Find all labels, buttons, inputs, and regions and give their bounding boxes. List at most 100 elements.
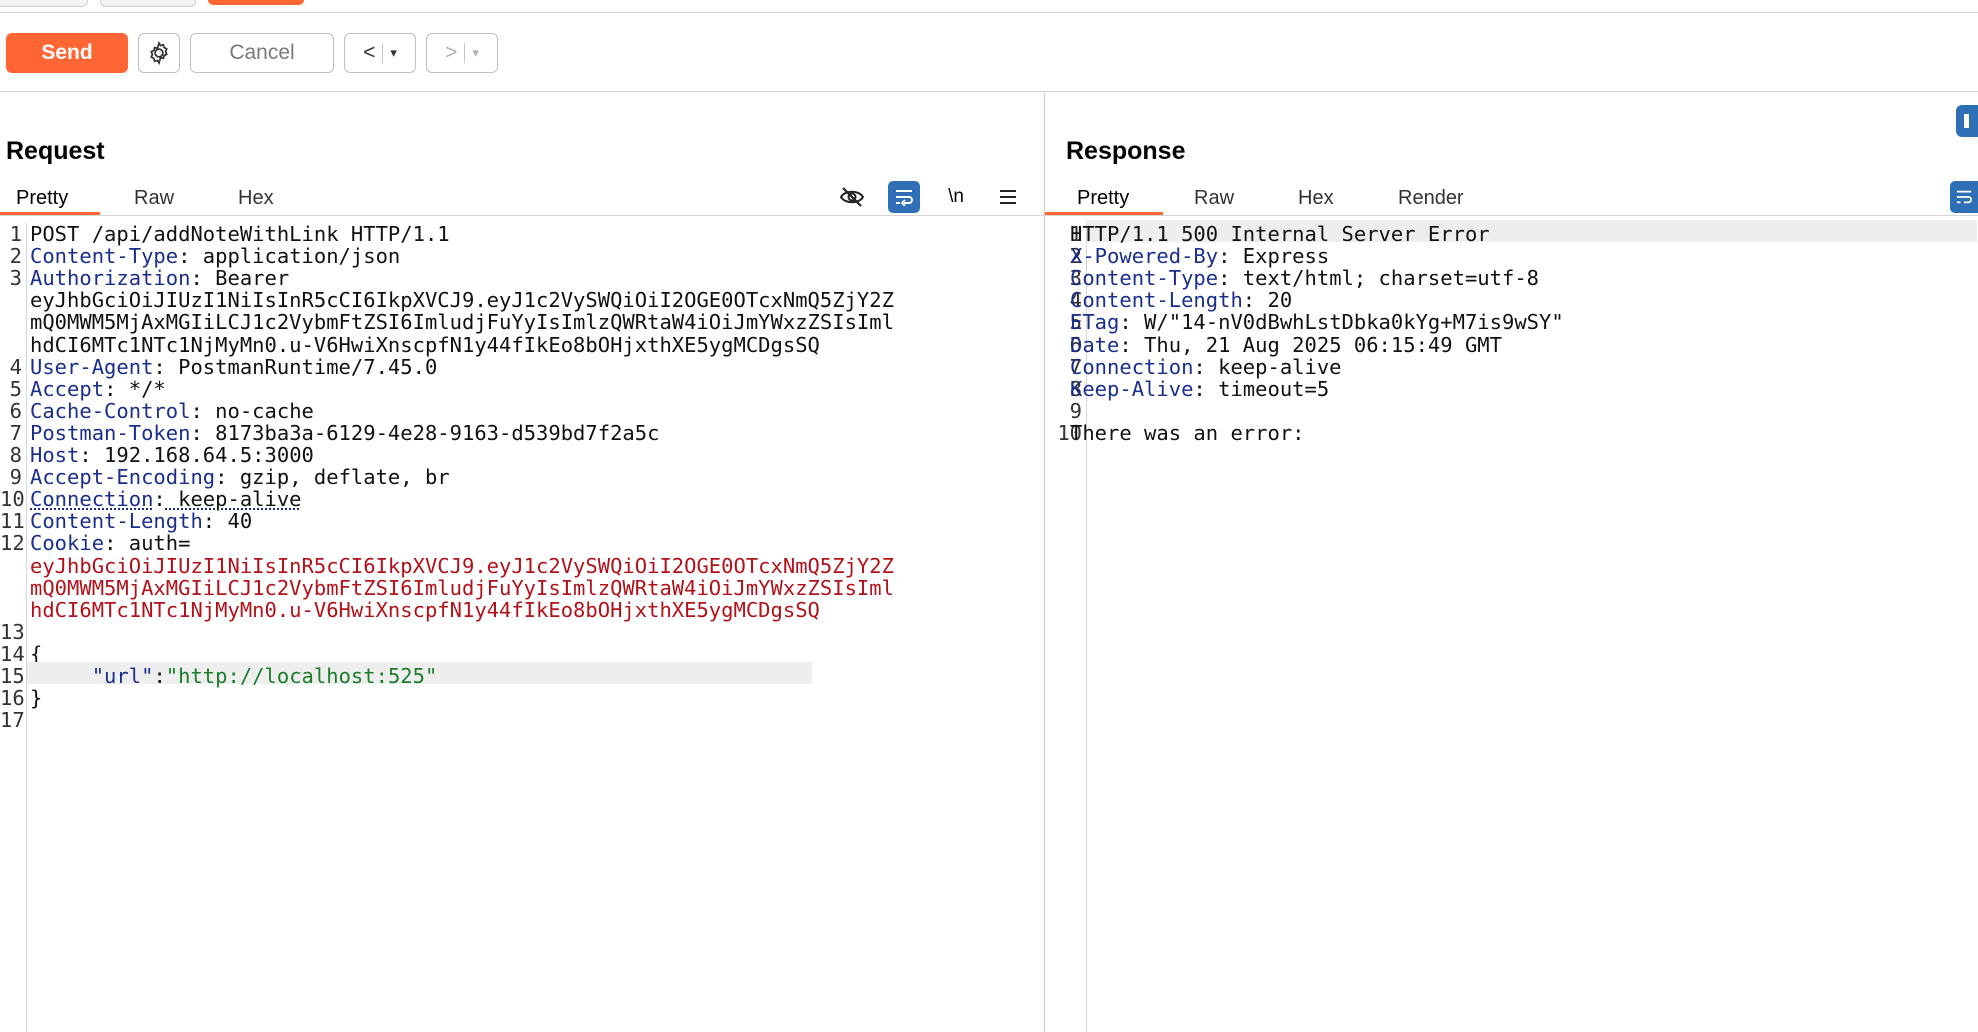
repeater-tab-active[interactable] bbox=[208, 0, 304, 5]
forward-button[interactable]: > ▾ bbox=[426, 33, 498, 73]
line-number: 2 bbox=[9, 244, 22, 269]
header-name: Authorization bbox=[30, 266, 191, 291]
settings-button[interactable] bbox=[138, 33, 180, 73]
header-name: Content-Type bbox=[1070, 266, 1219, 291]
code-text: HTTP/1.1 500 Internal Server Error bbox=[1070, 222, 1490, 246]
code-line: Connection: keep-alive bbox=[30, 488, 302, 510]
code-line: Connection: keep-alive bbox=[1070, 356, 1342, 378]
code-line: Content-Length: 40 bbox=[30, 510, 252, 532]
header-value: keep-alive bbox=[1205, 354, 1342, 379]
active-tab-indicator bbox=[0, 212, 100, 215]
header-name: Accept-Encoding bbox=[30, 465, 216, 490]
line-number: 11 bbox=[0, 509, 25, 534]
colon: : bbox=[190, 398, 203, 423]
colon: : bbox=[1193, 376, 1206, 401]
menu-icon[interactable] bbox=[992, 181, 1024, 213]
chevron-down-icon[interactable]: ▾ bbox=[390, 45, 397, 61]
tab-hex[interactable]: Hex bbox=[238, 187, 274, 210]
tab-pretty[interactable]: Pretty bbox=[16, 187, 68, 210]
back-button[interactable]: < ▾ bbox=[344, 33, 416, 73]
tab-render[interactable]: Render bbox=[1398, 187, 1464, 210]
code-line: HTTP/1.1 500 Internal Server Error bbox=[1070, 223, 1490, 245]
wrap-lines-icon[interactable] bbox=[888, 181, 920, 213]
panel-icon bbox=[1964, 114, 1969, 128]
header-value: text/html; charset=utf-8 bbox=[1230, 266, 1540, 291]
code-line: mQ0MWM5MjAxMGIiLCJ1c2VybmFtZSI6ImludjFuY… bbox=[30, 577, 894, 599]
request-title: Request bbox=[6, 137, 105, 165]
code-line: eyJhbGciOiJIUzI1NiIsInR5cCI6IkpXVCJ9.eyJ… bbox=[30, 289, 894, 311]
header-value: PostmanRuntime/7.45.0 bbox=[165, 354, 438, 379]
header-value: 20 bbox=[1255, 288, 1293, 313]
colon: : bbox=[104, 376, 117, 401]
colon: : bbox=[1218, 266, 1231, 291]
header-value: auth= bbox=[116, 531, 191, 556]
code-line: hdCI6MTc1NTc1NjMyMn0.u-V6HwiXnscpfN1y44f… bbox=[30, 332, 820, 357]
header-name: Content-Type bbox=[30, 244, 179, 269]
line-number: 7 bbox=[9, 420, 22, 445]
inspector-toggle[interactable] bbox=[1956, 105, 1978, 137]
active-tab-indicator bbox=[1045, 212, 1163, 215]
json-key: "url" bbox=[91, 664, 154, 688]
json-string: "http://localhost:525" bbox=[165, 664, 438, 688]
code-line: "url":"http://localhost:525" bbox=[30, 664, 438, 688]
code-line: ETag: W/"14-nV0dBwhLstDbka0kYg+M7is9wSY" bbox=[1070, 311, 1564, 333]
colon: : bbox=[153, 354, 166, 379]
header-value: hdCI6MTc1NTc1NjMyMn0.u-V6HwiXnscpfN1y44f… bbox=[30, 332, 820, 357]
hide-eye-icon[interactable] bbox=[836, 181, 868, 213]
header-value: Express bbox=[1230, 244, 1330, 269]
tab-strip bbox=[0, 0, 1978, 13]
header-name: Content-Length bbox=[30, 509, 203, 534]
code-line: Host: 192.168.64.5:3000 bbox=[30, 444, 314, 466]
header-name: Accept bbox=[30, 376, 105, 401]
request-editor[interactable]: 1 POST /api/addNoteWithLink HTTP/1.1 2 Cont… bbox=[0, 223, 1044, 1032]
tab-hex[interactable]: Hex bbox=[1298, 187, 1334, 210]
header-value: eyJhbGciOiJIUzI1NiIsInR5cCI6IkpXVCJ9.eyJ… bbox=[30, 288, 894, 313]
code-line: Content-Type: text/html; charset=utf-8 bbox=[1070, 267, 1539, 289]
header-name: Host bbox=[30, 443, 80, 467]
tab-pretty[interactable]: Pretty bbox=[1077, 187, 1129, 210]
header-value: */* bbox=[116, 376, 166, 401]
cookie-token: hdCI6MTc1NTc1NjMyMn0.u-V6HwiXnscpfN1y44f… bbox=[30, 597, 820, 622]
code-line: There was an error: bbox=[1070, 422, 1305, 444]
colon: : bbox=[79, 443, 92, 467]
header-name: Connection bbox=[1070, 354, 1194, 379]
header-value: no-cache bbox=[202, 398, 314, 423]
header-name: Content-Length bbox=[1070, 288, 1243, 313]
cancel-button[interactable]: Cancel bbox=[190, 33, 334, 73]
code-line: eyJhbGciOiJIUzI1NiIsInR5cCI6IkpXVCJ9.eyJ… bbox=[30, 554, 894, 577]
response-editor[interactable]: 1 HTTP/1.1 500 Internal Server Error 2 X-Po… bbox=[1045, 220, 1978, 1032]
code-line: } bbox=[30, 687, 42, 709]
line-number: 17 bbox=[0, 708, 25, 733]
line-number: 9 bbox=[9, 465, 22, 490]
code-line: Postman-Token: 8173ba3a-6129-4e28-9163-d… bbox=[30, 422, 659, 444]
header-value: gzip, deflate, br bbox=[227, 465, 450, 490]
send-button[interactable]: Send bbox=[6, 33, 128, 73]
code-line: Keep-Alive: timeout=5 bbox=[1070, 378, 1329, 400]
header-value: mQ0MWM5MjAxMGIiLCJ1c2VybmFtZSI6ImludjFuY… bbox=[30, 310, 894, 335]
line-number: 6 bbox=[9, 398, 22, 423]
code-line: hdCI6MTc1NTc1NjMyMn0.u-V6HwiXnscpfN1y44f… bbox=[30, 599, 820, 621]
colon: : bbox=[178, 244, 191, 269]
header-value: Thu, 21 Aug 2025 06:15:49 GMT bbox=[1131, 332, 1502, 357]
line-number: 16 bbox=[0, 686, 25, 711]
colon: : bbox=[190, 420, 203, 445]
wrap-lines-icon[interactable] bbox=[1950, 181, 1978, 213]
tab-raw[interactable]: Raw bbox=[134, 187, 174, 210]
gear-icon bbox=[150, 40, 168, 66]
colon: : bbox=[1119, 332, 1132, 357]
code-line: Date: Thu, 21 Aug 2025 06:15:49 GMT bbox=[1070, 332, 1502, 357]
colon: : bbox=[1242, 288, 1256, 313]
repeater-tab[interactable] bbox=[100, 0, 196, 7]
header-name: Cookie bbox=[30, 531, 105, 556]
colon: : bbox=[1193, 354, 1206, 379]
colon: : bbox=[1218, 244, 1231, 269]
response-tabs: Pretty Raw Hex Render bbox=[1045, 181, 1978, 216]
repeater-tab[interactable] bbox=[0, 0, 88, 7]
chevron-down-icon[interactable]: ▾ bbox=[472, 45, 479, 61]
line-number: 15 bbox=[0, 664, 25, 688]
code-line: User-Agent: PostmanRuntime/7.45.0 bbox=[30, 356, 437, 378]
tab-raw[interactable]: Raw bbox=[1194, 187, 1234, 210]
header-value: Bearer bbox=[202, 266, 290, 291]
newline-toggle[interactable]: \n bbox=[940, 181, 972, 213]
